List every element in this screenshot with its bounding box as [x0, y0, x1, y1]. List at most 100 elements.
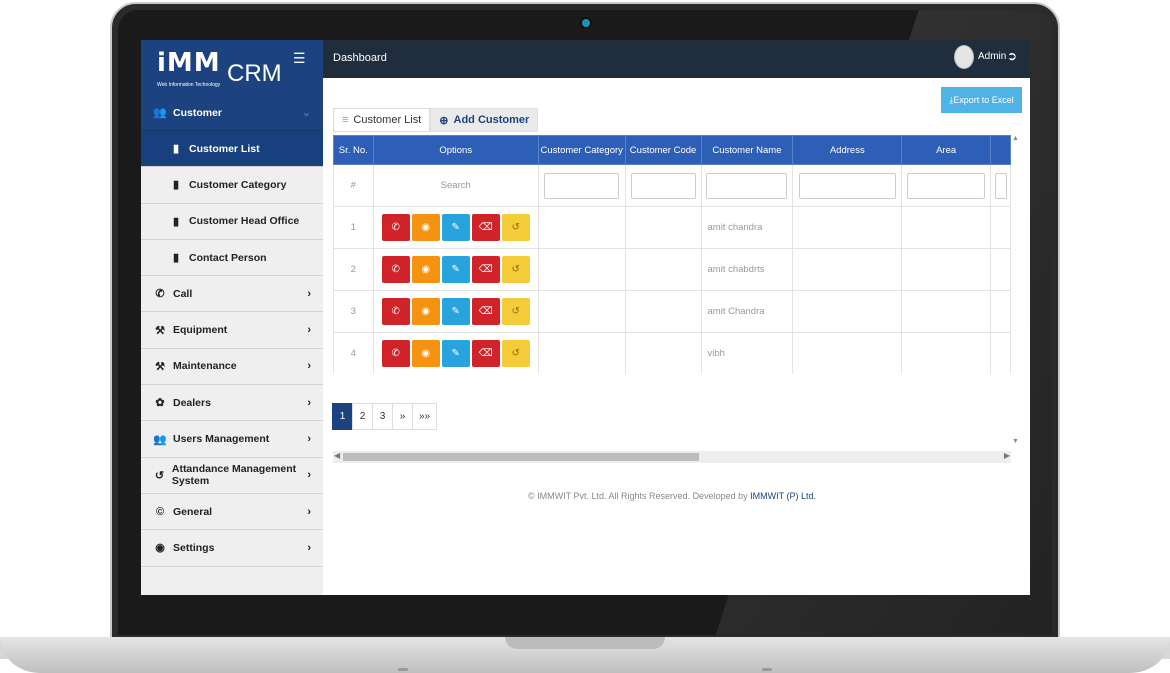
scroll-down-icon[interactable]: ▼: [1012, 438, 1019, 445]
horizontal-scrollbar[interactable]: ◀ ▶: [333, 451, 1011, 463]
footer-company-link[interactable]: IMMWIT (P) Ltd.: [750, 491, 816, 501]
edit-button[interactable]: ✎: [441, 340, 470, 367]
filter-sr: #: [333, 164, 374, 207]
camera-icon: [582, 19, 590, 27]
call-button[interactable]: ✆: [381, 256, 410, 283]
page-link-3[interactable]: 3: [372, 403, 393, 430]
row-sr: 2: [333, 248, 374, 291]
sidebar-item-dealers[interactable]: ✿ Dealers ›: [141, 385, 323, 422]
pagination: 1 2 3 » »»: [332, 403, 438, 430]
view-button[interactable]: ◉: [411, 256, 440, 283]
filter-row: # Search: [333, 164, 1011, 207]
filter-search[interactable]: Search: [372, 164, 539, 207]
phone-icon: ✆: [155, 288, 165, 301]
sidebar-item-label: Users Management: [173, 433, 270, 446]
filter-category-input[interactable]: [544, 172, 620, 199]
row-options: ✆ ◉ ✎ ⌫ ↺: [372, 206, 539, 249]
column-header[interactable]: Sr. No.: [333, 135, 374, 165]
edit-button[interactable]: ✎: [441, 214, 470, 241]
vertical-scrollbar[interactable]: ▲ ▼: [1012, 135, 1020, 445]
sidebar-item-users-management[interactable]: 👥 Users Management ›: [141, 421, 323, 458]
page-last[interactable]: »»: [412, 403, 438, 430]
delete-button[interactable]: ⌫: [471, 340, 500, 367]
sidebar-item-equipment[interactable]: ⚒ Equipment ›: [141, 312, 323, 349]
view-button[interactable]: ◉: [411, 298, 440, 325]
row-customer-name: amit Chandra: [700, 290, 794, 333]
history-button[interactable]: ↺: [501, 298, 530, 325]
sidebar-item-label: Call: [173, 287, 193, 300]
sidebar-item-label: Equipment: [173, 324, 228, 337]
doc-icon: ▮: [172, 179, 180, 192]
sidebar-item-attendance[interactable]: ↺ Attandance Management System ›: [141, 458, 323, 494]
export-excel-button[interactable]: ⤓ Export to Excel: [941, 87, 1022, 113]
sidebar-item-customer-list[interactable]: ▮ Customer List: [141, 131, 323, 168]
column-header[interactable]: Options: [372, 135, 539, 165]
sidebar-item-call[interactable]: ✆ Call ›: [141, 276, 323, 313]
sidebar-item-label: General: [173, 505, 213, 518]
column-header[interactable]: Customer Code: [624, 135, 702, 165]
row-options: ✆ ◉ ✎ ⌫ ↺: [372, 332, 539, 374]
edit-button[interactable]: ✎: [441, 256, 470, 283]
scroll-up-icon[interactable]: ▲: [1012, 135, 1019, 142]
tools-icon: ⚒: [155, 360, 165, 373]
menu-toggle-icon[interactable]: ☰: [293, 50, 306, 67]
column-header[interactable]: Area: [901, 135, 992, 165]
sidebar-item-settings[interactable]: ◉ Settings ›: [141, 530, 323, 567]
row-customer-name: amit chabdrts: [700, 248, 794, 291]
view-button[interactable]: ◉: [411, 340, 440, 367]
tabs: ≡ Customer List ⊕ Add Customer: [333, 108, 539, 132]
sidebar-item-label: Dealers: [173, 396, 211, 409]
logo: iMM: [157, 48, 221, 78]
row-sr: 4: [333, 332, 374, 374]
history-button[interactable]: ↺: [501, 256, 530, 283]
column-header[interactable]: Address: [792, 135, 903, 165]
avatar[interactable]: [954, 45, 974, 69]
page-link-2[interactable]: 2: [352, 403, 373, 430]
tab-add-customer[interactable]: ⊕ Add Customer: [430, 108, 539, 132]
edit-button[interactable]: ✎: [441, 298, 470, 325]
sidebar-item-customer[interactable]: 👥 Customer ⌄: [141, 95, 323, 131]
view-button[interactable]: ◉: [411, 214, 440, 241]
delete-button[interactable]: ⌫: [471, 256, 500, 283]
filter-area-input[interactable]: [907, 172, 986, 199]
sidebar-item-label: Customer List: [189, 142, 260, 155]
row-sr: 3: [333, 290, 374, 333]
sidebar-item-label: Customer Head Office: [189, 215, 300, 228]
filter-name-input[interactable]: [706, 172, 788, 199]
sidebar-item-general[interactable]: © General ›: [141, 494, 323, 531]
doc-icon: ▮: [172, 252, 180, 265]
sidebar-item-customer-head-office[interactable]: ▮ Customer Head Office: [141, 204, 323, 240]
scroll-right-icon[interactable]: ▶: [1004, 451, 1010, 460]
page-link-1[interactable]: 1: [332, 403, 353, 430]
filter-address-input[interactable]: [798, 172, 896, 199]
history-button[interactable]: ↺: [501, 214, 530, 241]
logo-subtitle: Web Information Technology: [157, 82, 221, 88]
chevron-right-icon: ›: [307, 469, 311, 482]
scroll-left-icon[interactable]: ◀: [334, 451, 340, 460]
delete-button[interactable]: ⌫: [471, 298, 500, 325]
leaf-icon: ✿: [155, 397, 165, 410]
row-customer-name: amit chandra: [700, 206, 794, 249]
call-button[interactable]: ✆: [381, 214, 410, 241]
column-header[interactable]: Customer Category: [537, 135, 626, 165]
filter-code-input[interactable]: [630, 172, 696, 199]
call-button[interactable]: ✆: [381, 340, 410, 367]
filter-extra-input[interactable]: [994, 172, 1007, 199]
tab-customer-list[interactable]: ≡ Customer List: [333, 108, 431, 132]
history-button[interactable]: ↺: [501, 340, 530, 367]
users-icon: 👥: [153, 433, 167, 446]
delete-button[interactable]: ⌫: [471, 214, 500, 241]
page-next[interactable]: »: [392, 403, 413, 430]
doc-icon: ▮: [172, 215, 180, 228]
user-name[interactable]: Admin: [978, 51, 1006, 62]
call-button[interactable]: ✆: [381, 298, 410, 325]
column-header[interactable]: Customer Name: [700, 135, 794, 165]
sidebar-item-contact-person[interactable]: ▮ Contact Person: [141, 240, 323, 277]
chevron-right-icon: ›: [307, 505, 311, 518]
screen: iMM Web Information Technology CRM ☰ 👥 C…: [141, 40, 1030, 595]
scrollbar-thumb[interactable]: [343, 453, 699, 461]
logout-icon[interactable]: ➲: [1007, 49, 1017, 63]
users-icon: 👥: [153, 107, 167, 119]
sidebar-item-maintenance[interactable]: ⚒ Maintenance ›: [141, 349, 323, 386]
sidebar-item-customer-category[interactable]: ▮ Customer Category: [141, 167, 323, 204]
